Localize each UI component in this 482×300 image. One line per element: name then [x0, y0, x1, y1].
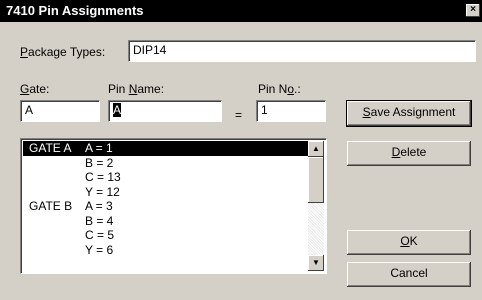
equals-sign: = — [235, 108, 243, 122]
pin-name-value: A — [113, 103, 122, 117]
scroll-thumb[interactable] — [308, 157, 324, 203]
pin-no-label: Pin No.: — [258, 82, 301, 96]
list-item-assignment: B = 4 — [85, 213, 114, 228]
pin-assignments-dialog: 7410 Pin Assignments × Package Types: DI… — [0, 0, 482, 300]
package-types-field[interactable]: DIP14 — [128, 40, 476, 62]
list-item-assignment: B = 2 — [85, 155, 114, 170]
list-item-gate: GATE B — [29, 199, 73, 213]
list-item-assignment: C = 13 — [85, 170, 121, 184]
delete-button[interactable]: Delete — [347, 141, 471, 166]
list-item[interactable]: B = 2 — [23, 156, 309, 171]
gate-label: Gate: — [20, 82, 50, 96]
save-assignment-button[interactable]: Save Assignment — [346, 100, 472, 127]
list-item[interactable]: Y = 12 — [23, 185, 309, 200]
list-item[interactable]: GATE A A = 1 — [23, 141, 309, 156]
gate-field[interactable]: A — [20, 100, 100, 122]
scroll-down-icon[interactable]: ▼ — [308, 255, 324, 271]
pin-no-field[interactable]: 1 — [256, 100, 326, 122]
scroll-up-icon[interactable]: ▲ — [308, 141, 324, 157]
assignment-list[interactable]: GATE A A = 1B = 2C = 13 Y = 12 GATE B A = 3B… — [20, 138, 327, 274]
close-icon[interactable]: × — [466, 4, 480, 17]
list-item[interactable]: GATE B A = 3 — [23, 199, 309, 214]
list-item-assignment: A = 1 — [85, 141, 113, 155]
cancel-button[interactable]: Cancel — [347, 262, 471, 287]
list-item-assignment: Y = 12 — [85, 184, 120, 199]
pin-name-field[interactable]: A — [108, 100, 222, 122]
ok-button[interactable]: OK — [347, 230, 471, 255]
list-item[interactable]: C = 13 — [23, 170, 309, 185]
list-item[interactable]: Y = 6 — [23, 243, 309, 258]
vertical-scrollbar[interactable]: ▲ ▼ — [308, 141, 324, 271]
title-bar: 7410 Pin Assignments × — [0, 0, 482, 22]
list-item[interactable]: B = 4 — [23, 214, 309, 229]
assignment-rows: GATE A A = 1B = 2C = 13 Y = 12 GATE B A = 3B… — [23, 141, 309, 257]
package-types-label: Package Types: — [20, 45, 106, 59]
list-item-assignment: A = 3 — [85, 199, 113, 213]
list-item[interactable]: C = 5 — [23, 228, 309, 243]
pin-name-label: Pin Name: — [108, 82, 165, 96]
list-item-assignment: C = 5 — [85, 228, 115, 242]
list-item-gate: GATE A — [29, 141, 72, 155]
list-item-assignment: Y = 6 — [85, 242, 114, 257]
window-title: 7410 Pin Assignments — [6, 3, 144, 18]
